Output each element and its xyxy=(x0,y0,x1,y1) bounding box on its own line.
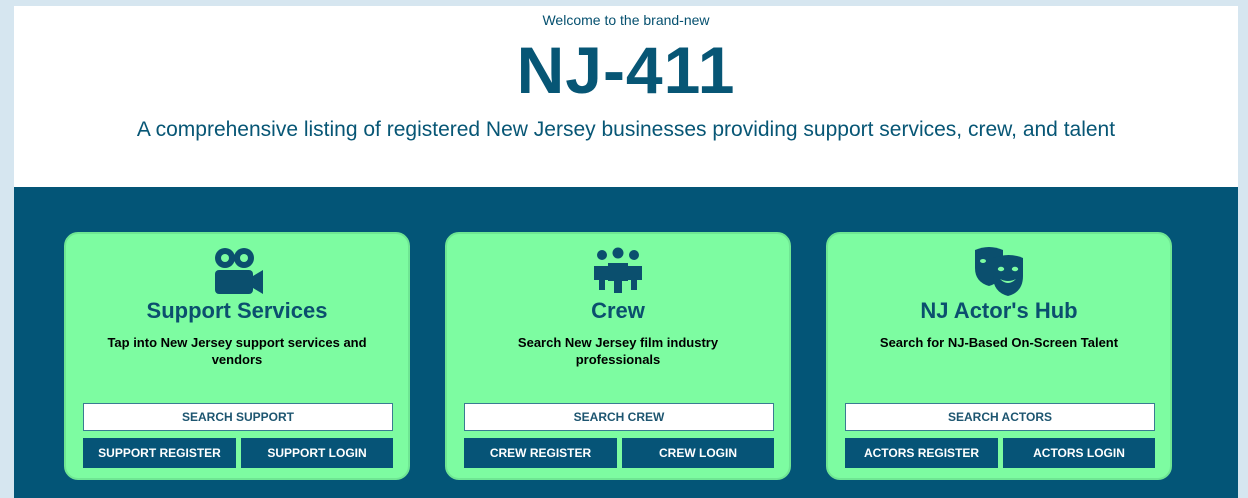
support-register-button[interactable]: SUPPORT REGISTER xyxy=(83,438,236,468)
actors-login-button[interactable]: ACTORS LOGIN xyxy=(1003,438,1155,468)
search-actors-button[interactable]: SEARCH ACTORS xyxy=(845,403,1155,431)
card-support-services: Support Services Tap into New Jersey sup… xyxy=(64,232,410,480)
search-support-button[interactable]: SEARCH SUPPORT xyxy=(83,403,393,431)
card-description: Search for NJ-Based On-Screen Talent xyxy=(879,335,1119,350)
card-description: Tap into New Jersey support services and… xyxy=(107,335,367,367)
hero-section: Welcome to the brand-new NJ-411 A compre… xyxy=(14,6,1238,187)
page-frame: Welcome to the brand-new NJ-411 A compre… xyxy=(14,6,1238,498)
theater-masks-icon xyxy=(828,246,1170,296)
services-band: Support Services Tap into New Jersey sup… xyxy=(14,187,1238,498)
card-title: NJ Actor's Hub xyxy=(920,298,1078,323)
card-actors-hub: NJ Actor's Hub Search for NJ-Based On-Sc… xyxy=(826,232,1172,480)
search-crew-button[interactable]: SEARCH CREW xyxy=(464,403,774,431)
actors-register-button[interactable]: ACTORS REGISTER xyxy=(845,438,998,468)
site-brand-title: NJ-411 xyxy=(516,33,736,107)
crew-login-button[interactable]: CREW LOGIN xyxy=(622,438,774,468)
card-title: Support Services xyxy=(146,298,328,323)
video-camera-icon xyxy=(66,246,408,296)
crew-register-button[interactable]: CREW REGISTER xyxy=(464,438,617,468)
welcome-text: Welcome to the brand-new xyxy=(542,12,710,28)
support-login-button[interactable]: SUPPORT LOGIN xyxy=(241,438,393,468)
site-tagline: A comprehensive listing of registered Ne… xyxy=(136,118,1116,141)
people-group-icon xyxy=(447,246,789,296)
card-description: Search New Jersey film industry professi… xyxy=(517,335,719,367)
card-crew: Crew Search New Jersey film industry pro… xyxy=(445,232,791,480)
card-title: Crew xyxy=(591,298,645,323)
